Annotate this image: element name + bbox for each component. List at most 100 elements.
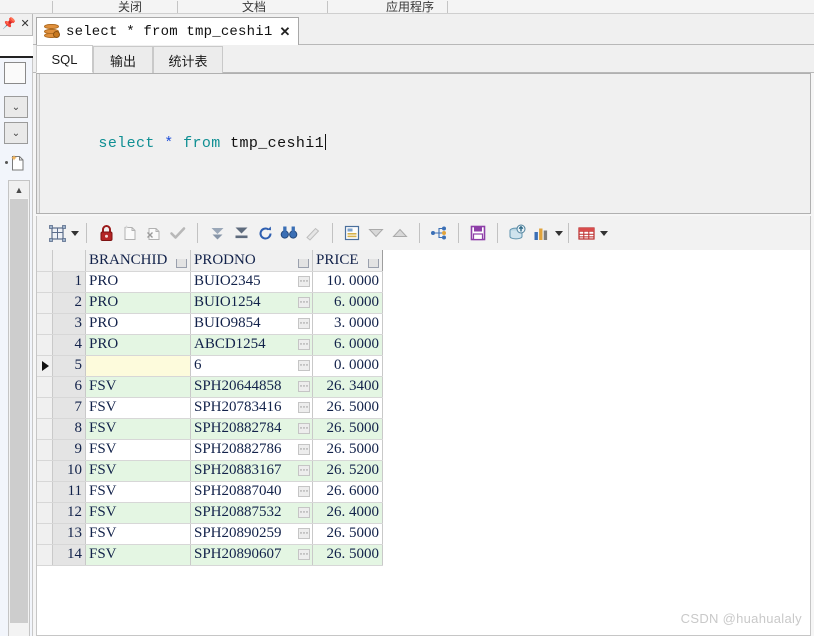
table-row[interactable]: 8 FSV SPH20882784 ··· 26. 5000	[37, 418, 383, 440]
cell-prodno[interactable]: SPH20887532 ···	[190, 502, 313, 524]
dock-preview-box[interactable]	[4, 62, 26, 84]
cell-prodno[interactable]: SPH20887040 ···	[190, 481, 313, 503]
cell-price[interactable]: 6. 0000	[312, 292, 383, 314]
cell-editor-ellipsis-icon[interactable]: ···	[298, 464, 310, 476]
table-row[interactable]: 12 FSV SPH20887532 ··· 26. 4000	[37, 502, 383, 524]
cell-branchid[interactable]: PRO	[85, 334, 191, 356]
table-row[interactable]: 10 FSV SPH20883167 ··· 26. 5200	[37, 460, 383, 482]
row-number-cell[interactable]: 3	[52, 313, 86, 335]
row-number-cell[interactable]: 8	[52, 418, 86, 440]
table-row[interactable]: 11 FSV SPH20887040 ··· 26. 6000	[37, 481, 383, 503]
table-row[interactable]: 6 FSV SPH20644858 ··· 26. 3400	[37, 376, 383, 398]
row-number-cell[interactable]: 10	[52, 460, 86, 482]
table-row[interactable]: 3 PRO BUIO9854 ··· 3. 0000	[37, 313, 383, 335]
sort-tree-icon[interactable]	[427, 221, 451, 245]
scrollbar-thumb[interactable]	[10, 199, 28, 623]
row-marker[interactable]	[37, 418, 53, 440]
cell-prodno[interactable]: SPH20890259 ···	[190, 523, 313, 545]
row-marker[interactable]	[37, 376, 53, 398]
cell-editor-ellipsis-icon[interactable]: ···	[298, 443, 310, 455]
cell-price[interactable]: 26. 5000	[312, 523, 383, 545]
move-up-icon[interactable]	[388, 221, 412, 245]
row-number-cell[interactable]: 5	[52, 355, 86, 377]
menu-item-close[interactable]: 关闭	[118, 0, 142, 13]
cell-price[interactable]: 26. 5200	[312, 460, 383, 482]
table-icon[interactable]	[574, 221, 598, 245]
cell-price[interactable]: 26. 5000	[312, 397, 383, 419]
cell-editor-ellipsis-icon[interactable]: ···	[298, 338, 310, 350]
table-row[interactable]: 5 6 ··· 0. 0000	[37, 355, 383, 377]
db-export-icon[interactable]	[505, 221, 529, 245]
cell-price[interactable]: 10. 0000	[312, 271, 383, 293]
cell-price[interactable]: 26. 4000	[312, 502, 383, 524]
tab-sql[interactable]: SQL	[36, 45, 93, 73]
cell-price[interactable]: 26. 5000	[312, 439, 383, 461]
row-marker[interactable]	[37, 397, 53, 419]
table-row[interactable]: 1 PRO BUIO2345 ··· 10. 0000	[37, 271, 383, 293]
cell-editor-ellipsis-icon[interactable]: ···	[298, 506, 310, 518]
cell-branchid[interactable]: PRO	[85, 292, 191, 314]
cell-price[interactable]: 26. 5000	[312, 418, 383, 440]
move-down-icon[interactable]	[364, 221, 388, 245]
current-row-indicator[interactable]	[37, 355, 53, 377]
row-marker[interactable]	[37, 334, 53, 356]
column-header-prodno[interactable]: PRODNO	[190, 250, 313, 272]
table-row[interactable]: 9 FSV SPH20882786 ··· 26. 5000	[37, 439, 383, 461]
row-number-cell[interactable]: 7	[52, 397, 86, 419]
cell-prodno[interactable]: SPH20883167 ···	[190, 460, 313, 482]
row-number-cell[interactable]: 9	[52, 439, 86, 461]
cell-editor-ellipsis-icon[interactable]: ···	[298, 380, 310, 392]
cell-branchid[interactable]: FSV	[85, 376, 191, 398]
cell-price[interactable]: 26. 3400	[312, 376, 383, 398]
document-tab[interactable]: select * from tmp_ceshi1 ✕	[36, 17, 300, 45]
column-header-branchid[interactable]: BRANCHID	[85, 250, 191, 272]
table-dropdown-caret[interactable]	[600, 230, 608, 236]
cell-editor-ellipsis-icon[interactable]: ···	[298, 359, 310, 371]
close-icon[interactable]: ✕	[21, 19, 30, 30]
find-icon[interactable]	[277, 221, 301, 245]
row-number-cell[interactable]: 4	[52, 334, 86, 356]
cell-prodno[interactable]: BUIO9854 ···	[190, 313, 313, 335]
cell-editor-ellipsis-icon[interactable]: ···	[298, 422, 310, 434]
row-number-cell[interactable]: 1	[52, 271, 86, 293]
single-record-icon[interactable]	[340, 221, 364, 245]
cell-editor-ellipsis-icon[interactable]: ···	[298, 275, 310, 287]
refresh-icon[interactable]	[253, 221, 277, 245]
grid-layout-dropdown-caret[interactable]	[71, 230, 79, 236]
export-down-icon[interactable]	[205, 221, 229, 245]
row-number-cell[interactable]: 11	[52, 481, 86, 503]
row-marker[interactable]	[37, 271, 53, 293]
table-row[interactable]: 2 PRO BUIO1254 ··· 6. 0000	[37, 292, 383, 314]
commit-check-icon[interactable]	[166, 221, 190, 245]
cell-prodno[interactable]: BUIO1254 ···	[190, 292, 313, 314]
row-marker[interactable]	[37, 460, 53, 482]
left-scrollbar[interactable]: ▲	[8, 180, 30, 636]
row-marker[interactable]	[37, 502, 53, 524]
grid-layout-icon[interactable]	[45, 221, 69, 245]
cell-branchid[interactable]: FSV	[85, 481, 191, 503]
tab-output[interactable]: 输出	[93, 46, 153, 73]
row-number-cell[interactable]: 6	[52, 376, 86, 398]
menu-item-document[interactable]: 文档	[242, 0, 266, 13]
cell-branchid[interactable]: FSV	[85, 439, 191, 461]
chart-icon[interactable]	[529, 221, 553, 245]
cell-editor-ellipsis-icon[interactable]: ···	[298, 401, 310, 413]
cell-branchid[interactable]: PRO	[85, 271, 191, 293]
column-filter-icon[interactable]	[298, 258, 309, 268]
sql-text[interactable]: select * from tmp_ceshi1	[42, 117, 327, 169]
cell-branchid[interactable]: FSV	[85, 502, 191, 524]
cell-prodno[interactable]: SPH20644858 ···	[190, 376, 313, 398]
row-marker[interactable]	[37, 544, 53, 566]
dock-chevron-2[interactable]: ⌄	[4, 122, 28, 144]
delete-record-icon[interactable]	[142, 221, 166, 245]
lock-icon[interactable]	[94, 221, 118, 245]
cell-branchid[interactable]: PRO	[85, 313, 191, 335]
cell-editor-ellipsis-icon[interactable]: ···	[298, 485, 310, 497]
cell-price[interactable]: 3. 0000	[312, 313, 383, 335]
cell-price[interactable]: 6. 0000	[312, 334, 383, 356]
row-number-cell[interactable]: 12	[52, 502, 86, 524]
cell-branchid[interactable]: FSV	[85, 523, 191, 545]
column-filter-icon[interactable]	[368, 258, 379, 268]
row-marker[interactable]	[37, 439, 53, 461]
cell-branchid[interactable]: FSV	[85, 397, 191, 419]
